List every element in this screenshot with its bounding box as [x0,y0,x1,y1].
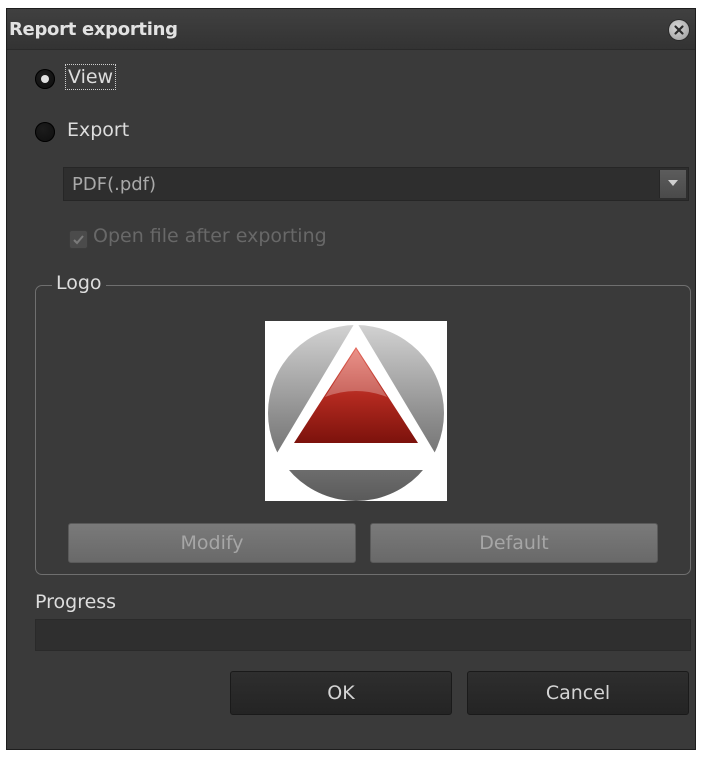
close-icon[interactable] [669,20,689,40]
export-format-select[interactable]: PDF(.pdf) [63,167,689,201]
view-label-wrap: View [64,64,117,90]
open-after-export-checkbox[interactable] [69,230,88,249]
checkmark-icon [73,235,84,245]
cancel-button[interactable]: Cancel [467,671,689,715]
view-radio[interactable] [35,69,55,89]
close-x-glyph [674,25,684,35]
report-exporting-dialog: Report exporting View Export PDF(.pdf) O… [6,8,696,750]
ok-button[interactable]: OK [230,671,452,715]
modify-logo-button[interactable]: Modify [68,523,356,563]
progress-bar [35,619,691,651]
open-after-export-label: Open file after exporting [93,225,327,247]
chevron-down-icon [668,180,678,186]
export-format-value: PDF(.pdf) [72,174,157,195]
title-bar: Report exporting [7,9,695,50]
logo-graphic [265,321,447,501]
dialog-title: Report exporting [9,19,178,40]
logo-legend: Logo [52,272,106,294]
export-label: Export [67,119,130,141]
export-radio[interactable] [35,122,55,142]
progress-label: Progress [35,591,117,613]
logo-group: Logo Modify Default [35,272,691,575]
dropdown-button[interactable] [659,170,686,198]
default-logo-button[interactable]: Default [370,523,658,563]
view-label: View [64,64,117,90]
logo-image [265,321,447,501]
